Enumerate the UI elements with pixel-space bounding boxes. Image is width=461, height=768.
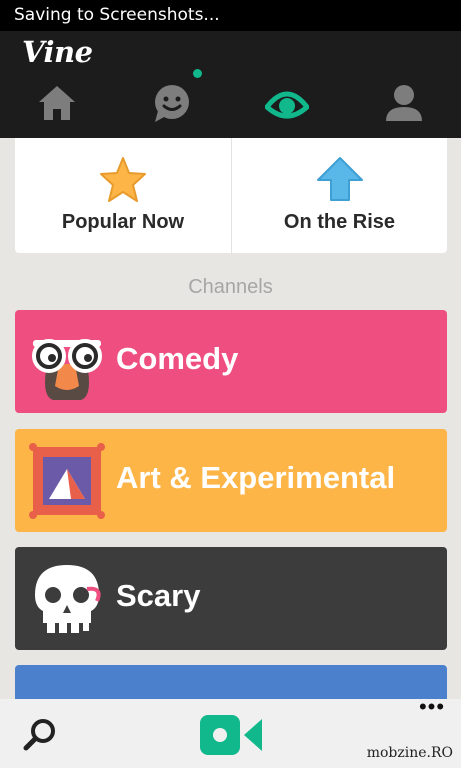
search-button[interactable] — [20, 715, 60, 755]
home-icon — [39, 86, 75, 120]
channel-label: Comedy — [116, 341, 239, 376]
bottom-app-bar: ••• mobzine.RO — [0, 696, 461, 768]
explore-eye-icon — [265, 91, 309, 119]
status-text: Saving to Screenshots... — [14, 5, 220, 25]
on-the-rise-card[interactable]: On the Rise — [231, 138, 447, 253]
more-options-button[interactable]: ••• — [415, 696, 449, 719]
vine-logo: Vine — [22, 35, 93, 69]
on-the-rise-label: On the Rise — [283, 211, 396, 233]
popular-now-label: Popular Now — [61, 211, 185, 233]
skull-icon — [35, 565, 101, 633]
channel-comedy[interactable]: Comedy — [15, 310, 447, 413]
channels-heading: Channels — [188, 276, 273, 298]
notification-dot — [193, 69, 202, 78]
search-icon — [23, 719, 55, 751]
channel-scary[interactable]: Scary — [15, 547, 447, 650]
nav-home[interactable] — [17, 71, 97, 135]
video-camera-icon — [200, 715, 262, 755]
nav-explore[interactable] — [247, 71, 327, 135]
feature-row: Popular Now On the Rise — [15, 138, 447, 253]
channel-label: Art & Experimental — [116, 460, 396, 495]
channel-art-experimental[interactable]: Art & Experimental — [15, 429, 447, 532]
main-nav — [0, 69, 461, 135]
app-header: Vine — [0, 31, 461, 138]
profile-icon — [386, 85, 422, 121]
star-icon — [100, 157, 146, 202]
activity-chat-icon — [155, 85, 189, 122]
popular-now-card[interactable]: Popular Now — [15, 138, 231, 253]
groucho-glasses-icon — [32, 339, 102, 400]
channel-label: Scary — [116, 578, 201, 613]
watermark: mobzine.RO — [366, 745, 453, 761]
up-arrow-icon — [316, 157, 363, 201]
nav-activity[interactable] — [132, 69, 212, 135]
record-button[interactable] — [196, 713, 266, 757]
framed-painting-icon — [29, 443, 105, 519]
nav-profile[interactable] — [364, 71, 444, 135]
status-bar: Saving to Screenshots... — [0, 0, 461, 31]
